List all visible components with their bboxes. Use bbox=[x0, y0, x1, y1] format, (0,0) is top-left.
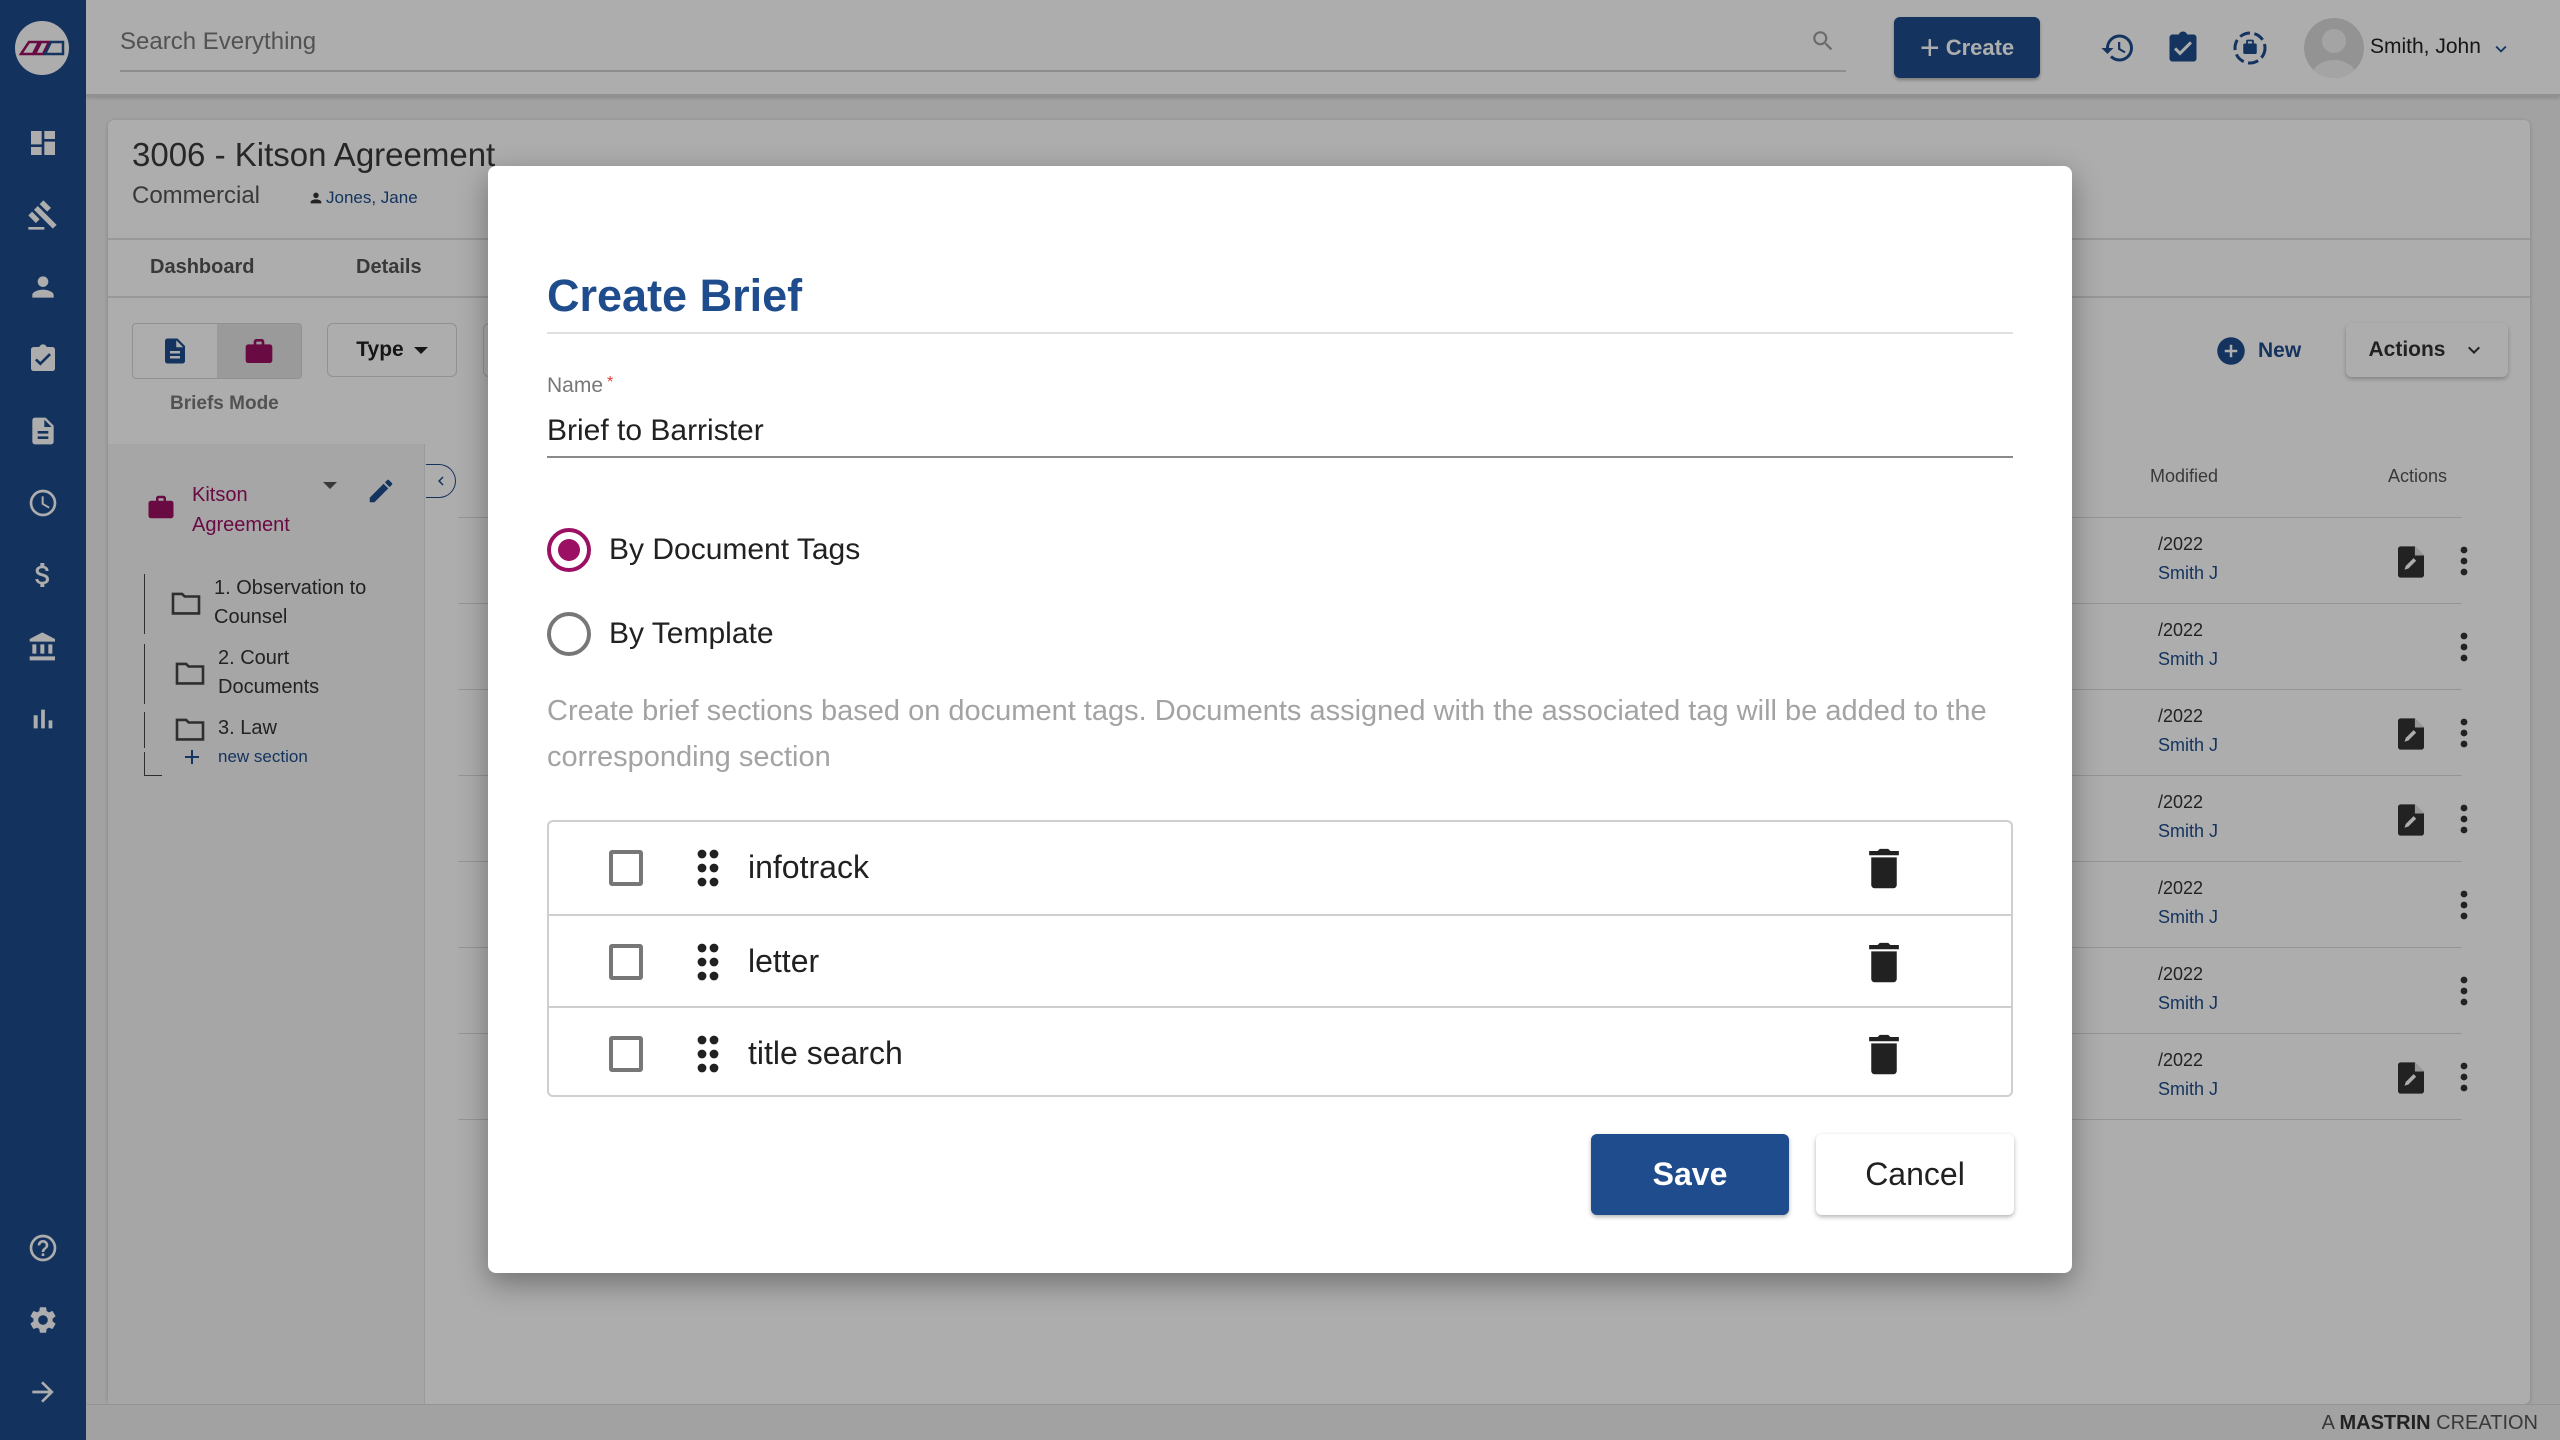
drag-handle-icon[interactable] bbox=[696, 1034, 720, 1074]
tag-checkbox[interactable] bbox=[609, 850, 643, 886]
tag-checkbox[interactable] bbox=[609, 944, 643, 980]
radio-button[interactable] bbox=[547, 612, 591, 656]
create-brief-dialog: Create Brief Name* By Document Tags By T… bbox=[488, 166, 2072, 1273]
trash-icon[interactable] bbox=[1867, 1032, 1901, 1076]
save-button[interactable]: Save bbox=[1591, 1134, 1789, 1215]
radio-label: By Document Tags bbox=[609, 533, 861, 566]
tag-list: infotrack letter title search bbox=[547, 820, 2013, 1097]
name-field[interactable] bbox=[547, 406, 2013, 458]
radio-by-document-tags[interactable]: By Document Tags bbox=[547, 528, 860, 572]
drag-handle-icon[interactable] bbox=[696, 942, 720, 982]
name-label-text: Name bbox=[547, 374, 604, 397]
trash-icon[interactable] bbox=[1867, 940, 1901, 984]
tag-checkbox[interactable] bbox=[609, 1036, 643, 1072]
cancel-button[interactable]: Cancel bbox=[1816, 1134, 2014, 1215]
radio-label: By Template bbox=[609, 617, 774, 650]
drag-handle-icon[interactable] bbox=[696, 848, 720, 888]
tag-label: title search bbox=[748, 1035, 903, 1071]
tag-row: infotrack bbox=[549, 822, 2011, 914]
dialog-title: Create Brief bbox=[547, 270, 803, 321]
trash-icon[interactable] bbox=[1867, 846, 1901, 890]
radio-button[interactable] bbox=[547, 528, 591, 572]
tag-label: infotrack bbox=[748, 849, 869, 885]
required-marker: * bbox=[607, 374, 614, 391]
description-text: Create brief sections based on document … bbox=[547, 695, 1987, 773]
radio-by-template[interactable]: By Template bbox=[547, 612, 774, 656]
dialog-divider bbox=[547, 332, 2013, 334]
tag-label: letter bbox=[748, 943, 820, 979]
tag-row: title search bbox=[549, 1006, 2011, 1098]
tag-row: letter bbox=[549, 914, 2011, 1006]
name-label: Name * bbox=[547, 374, 613, 398]
